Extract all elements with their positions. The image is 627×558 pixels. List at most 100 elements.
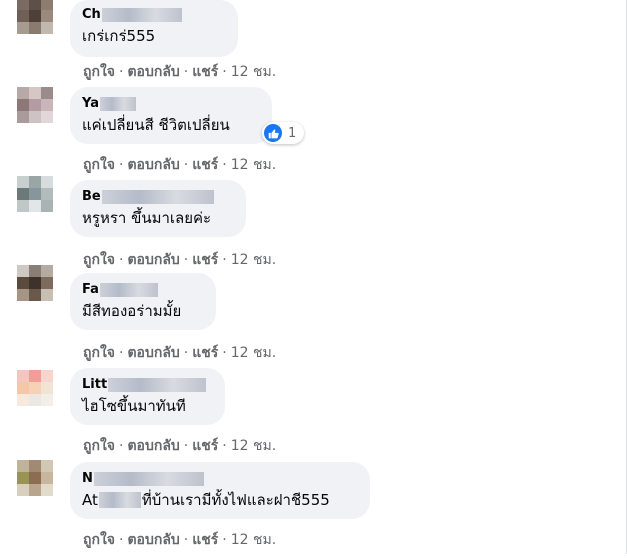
timestamp[interactable]: 12 ชม. [231, 345, 276, 361]
redacted-name [99, 282, 158, 297]
comment-text: มีสีทองอร่ามมั้ย [82, 302, 182, 320]
reaction-count: 1 [288, 125, 297, 141]
avatar-tile [41, 176, 53, 188]
avatar-tile [41, 200, 53, 212]
avatar-tile [41, 87, 53, 99]
avatar-tile [29, 0, 41, 10]
comment-actions: ถูกใจ · ตอบกลับ · แชร์ · 12 ชม. [83, 252, 277, 268]
reply-link[interactable]: ตอบกลับ [127, 532, 179, 548]
comment-bubble: Litt ไฮโซขึ้นมาทันที [70, 368, 225, 425]
share-link[interactable]: แชร์ [192, 532, 218, 548]
avatar-tile [29, 370, 41, 382]
avatar-tile [17, 99, 29, 111]
timestamp[interactable]: 12 ชม. [231, 532, 276, 548]
avatar-tile [29, 472, 41, 484]
share-link[interactable]: แชร์ [192, 64, 218, 80]
avatar-tile [29, 87, 41, 99]
avatar-tile [29, 188, 41, 200]
avatar-tile [41, 472, 53, 484]
avatar-tile [17, 289, 29, 301]
like-link[interactable]: ถูกใจ [83, 438, 115, 454]
avatar-tile [29, 382, 41, 394]
avatar-tile [17, 484, 29, 496]
avatar-tile [17, 460, 29, 472]
comment-bubble: Ya แค่เปลี่ยนสี ชีวิตเปลี่ยน [70, 87, 272, 144]
timestamp[interactable]: 12 ชม. [231, 64, 276, 80]
comment-text: หรูหรา ขึ้นมาเลยค่ะ [82, 209, 212, 227]
reply-link[interactable]: ตอบกลับ [127, 64, 179, 80]
avatar-tile [29, 265, 41, 277]
avatar-tile [29, 10, 41, 22]
commenter-name[interactable]: N [82, 470, 358, 487]
comment-text: เกร่เกร่555 [82, 27, 156, 45]
avatar-tile [29, 460, 41, 472]
like-link[interactable]: ถูกใจ [83, 345, 115, 361]
avatar-tile [41, 0, 53, 10]
avatar-tile [41, 265, 53, 277]
commenter-name[interactable]: Ya [82, 95, 260, 112]
redacted-name [101, 189, 214, 204]
like-link[interactable]: ถูกใจ [83, 532, 115, 548]
share-link[interactable]: แชร์ [192, 157, 218, 173]
commenter-name[interactable]: Ch [82, 6, 226, 23]
share-link[interactable]: แชร์ [192, 252, 218, 268]
redacted-name [101, 7, 182, 22]
avatar-tile [41, 289, 53, 301]
avatar[interactable] [17, 0, 53, 34]
avatar-tile [29, 111, 41, 123]
comment-3: Be หรูหรา ขึ้นมาเลยค่ะ ถูกใจ · ตอบกลับ · แชร… [0, 176, 620, 276]
like-link[interactable]: ถูกใจ [83, 252, 115, 268]
reply-link[interactable]: ตอบกลับ [127, 345, 179, 361]
avatar[interactable] [17, 87, 53, 123]
avatar-tile [41, 394, 53, 406]
avatar-tile [41, 10, 53, 22]
reply-link[interactable]: ตอบกลับ [127, 252, 179, 268]
avatar[interactable] [17, 460, 53, 496]
redacted-mention [98, 492, 141, 508]
like-link[interactable]: ถูกใจ [83, 64, 115, 80]
avatar-tile [29, 200, 41, 212]
avatar[interactable] [17, 370, 53, 406]
comment-5: Litt ไฮโซขึ้นมาทันที ถูกใจ · ตอบกลับ · แชร์ ·… [0, 368, 620, 464]
avatar[interactable] [17, 176, 53, 212]
reply-link[interactable]: ตอบกลับ [127, 438, 179, 454]
avatar-tile [17, 111, 29, 123]
comment-bubble: Be หรูหรา ขึ้นมาเลยค่ะ [70, 180, 246, 237]
avatar-tile [17, 370, 29, 382]
avatar-tile [17, 200, 29, 212]
avatar-tile [17, 176, 29, 188]
comment-actions: ถูกใจ · ตอบกลับ · แชร์ · 12 ชม. [83, 438, 277, 454]
timestamp[interactable]: 12 ชม. [231, 157, 276, 173]
timestamp[interactable]: 12 ชม. [231, 252, 276, 268]
comment-text: At ที่บ้านเรามีทั้งไฟและฝาชี555 [82, 491, 330, 509]
share-link[interactable]: แชร์ [192, 438, 218, 454]
reaction-badge[interactable]: 1 [262, 122, 305, 144]
avatar-tile [17, 265, 29, 277]
commenter-name[interactable]: Be [82, 188, 234, 205]
comment-actions: ถูกใจ · ตอบกลับ · แชร์ · 12 ชม. [83, 345, 277, 361]
timestamp[interactable]: 12 ชม. [231, 438, 276, 454]
commenter-name[interactable]: Litt [82, 376, 213, 393]
comment-text: แค่เปลี่ยนสี ชีวิตเปลี่ยน [82, 116, 230, 134]
avatar-tile [41, 22, 53, 34]
reply-link[interactable]: ตอบกลับ [127, 157, 179, 173]
share-link[interactable]: แชร์ [192, 345, 218, 361]
redacted-name [108, 377, 207, 392]
redacted-name [100, 96, 136, 111]
commenter-name[interactable]: Fa [82, 281, 204, 298]
avatar-tile [29, 99, 41, 111]
comment-text: ไฮโซขึ้นมาทันที [82, 397, 186, 415]
comment-bubble: Ch เกร่เกร่555 [70, 0, 238, 57]
avatar-tile [17, 472, 29, 484]
avatar-tile [29, 394, 41, 406]
avatar-tile [41, 382, 53, 394]
like-link[interactable]: ถูกใจ [83, 157, 115, 173]
avatar-tile [41, 277, 53, 289]
comment-actions: ถูกใจ · ตอบกลับ · แชร์ · 12 ชม. [83, 64, 277, 80]
avatar-tile [41, 99, 53, 111]
avatar-tile [29, 176, 41, 188]
avatar-tile [17, 394, 29, 406]
avatar[interactable] [17, 265, 53, 301]
avatar-tile [17, 0, 29, 10]
avatar-tile [17, 382, 29, 394]
